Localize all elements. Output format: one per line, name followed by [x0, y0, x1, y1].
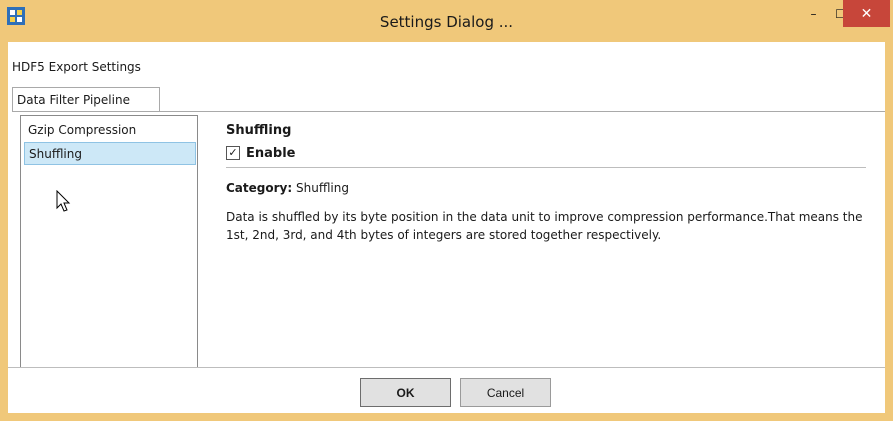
window-title: Settings Dialog ...: [379, 13, 514, 31]
detail-panel: Shuffling ✓ Enable Category: Shuffling D…: [226, 117, 866, 244]
list-item-gzip-compression[interactable]: Gzip Compression: [24, 119, 196, 142]
detail-title: Shuffling: [226, 123, 292, 138]
enable-row[interactable]: ✓ Enable: [226, 144, 866, 162]
mouse-pointer-icon: [56, 190, 71, 212]
category-row: Category: Shuffling: [226, 181, 866, 195]
title-bar[interactable]: Settings Dialog ... – ☐ ✕: [0, 0, 893, 42]
divider: [226, 167, 866, 168]
close-button[interactable]: ✕: [843, 0, 890, 27]
description-text: Data is shuffled by its byte position in…: [226, 210, 863, 242]
minimize-icon: –: [810, 6, 817, 21]
check-icon: ✓: [228, 146, 238, 159]
cancel-button[interactable]: Cancel: [460, 378, 551, 407]
enable-checkbox[interactable]: ✓: [226, 146, 240, 160]
category-value: Shuffling: [295, 181, 349, 195]
enable-label[interactable]: Enable: [246, 146, 296, 161]
tab-data-filter-pipeline[interactable]: Data Filter Pipeline: [12, 87, 160, 112]
list-item-shuffling[interactable]: Shuffling: [24, 142, 196, 165]
section-title: HDF5 Export Settings: [12, 60, 141, 74]
minimize-button[interactable]: –: [800, 0, 827, 27]
filter-list[interactable]: Gzip Compression Shuffling: [20, 115, 198, 370]
dialog-client-area: HDF5 Export Settings Data Filter Pipelin…: [8, 42, 885, 413]
ok-button[interactable]: OK: [360, 378, 451, 407]
settings-dialog-window: Settings Dialog ... – ☐ ✕ HDF5 Export Se…: [0, 0, 893, 421]
dialog-footer: OK Cancel: [8, 367, 885, 413]
category-label: Category:: [226, 181, 293, 195]
close-icon: ✕: [860, 5, 873, 22]
